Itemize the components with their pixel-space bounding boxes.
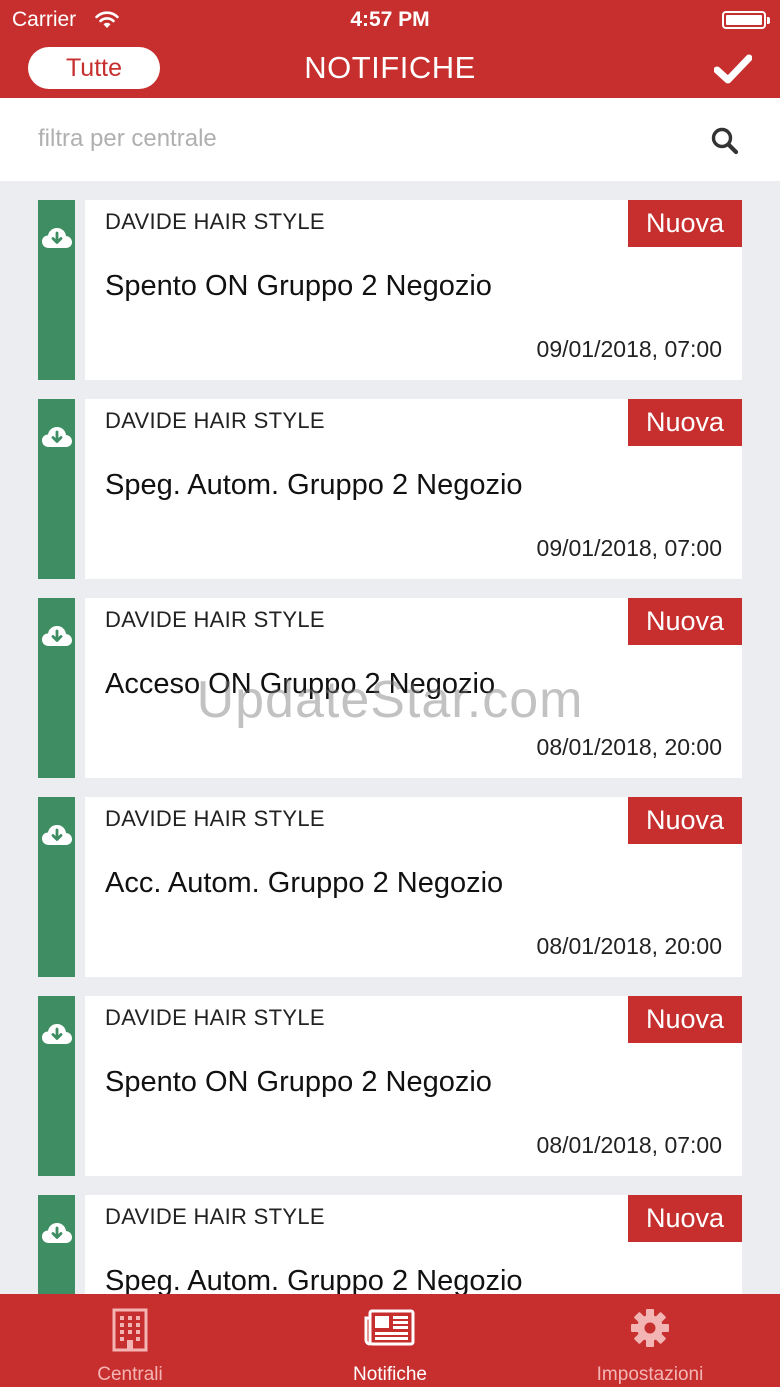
notification-body: DAVIDE HAIR STYLE Nuova Spento ON Gruppo… xyxy=(85,996,742,1176)
tab-impostazioni[interactable]: Impostazioni xyxy=(520,1294,780,1387)
search-input[interactable] xyxy=(26,116,686,162)
gear-icon xyxy=(631,1309,669,1347)
newspaper-icon xyxy=(364,1309,415,1346)
cloud-download-icon xyxy=(42,626,72,646)
notification-timestamp: 09/01/2018, 07:00 xyxy=(536,336,722,362)
cloud-download-icon xyxy=(42,1024,72,1044)
notification-timestamp: 08/01/2018, 07:00 xyxy=(536,1132,722,1158)
tab-label: Centrali xyxy=(97,1364,163,1385)
notification-card[interactable]: DAVIDE HAIR STYLE Nuova Acceso ON Gruppo… xyxy=(38,598,742,778)
notification-body: DAVIDE HAIR STYLE Nuova Acceso ON Gruppo… xyxy=(85,598,742,778)
building-icon xyxy=(112,1308,148,1352)
cloud-download-icon xyxy=(42,825,72,845)
tab-label: Notifiche xyxy=(353,1364,427,1385)
status-bar: Carrier 4:57 PM xyxy=(0,0,780,40)
notification-client: DAVIDE HAIR STYLE xyxy=(105,1204,325,1229)
tab-notifiche[interactable]: Notifiche xyxy=(260,1294,520,1387)
notification-stripe xyxy=(38,200,75,380)
notification-message: Spento ON Gruppo 2 Negozio xyxy=(105,270,492,302)
notification-message: Acc. Autom. Gruppo 2 Negozio xyxy=(105,867,504,899)
filter-all-button[interactable]: Tutte xyxy=(28,47,160,89)
notification-card[interactable]: DAVIDE HAIR STYLE Nuova Spento ON Gruppo… xyxy=(38,200,742,380)
search-icon[interactable] xyxy=(710,126,740,156)
notification-client: DAVIDE HAIR STYLE xyxy=(105,1005,325,1030)
check-icon[interactable] xyxy=(714,53,752,85)
status-badge: Nuova xyxy=(628,996,742,1043)
notification-message: Speg. Autom. Gruppo 2 Negozio xyxy=(105,469,523,501)
notification-timestamp: 09/01/2018, 07:00 xyxy=(536,535,722,561)
notification-timestamp: 08/01/2018, 20:00 xyxy=(536,933,722,959)
notification-card[interactable]: DAVIDE HAIR STYLE Nuova Speg. Autom. Gru… xyxy=(38,399,742,579)
notification-stripe xyxy=(38,797,75,977)
status-badge: Nuova xyxy=(628,598,742,645)
notification-stripe xyxy=(38,1195,75,1294)
notification-client: DAVIDE HAIR STYLE xyxy=(105,607,325,632)
status-badge: Nuova xyxy=(628,797,742,844)
notification-message: Speg. Autom. Gruppo 2 Negozio xyxy=(105,1265,523,1294)
cloud-download-icon xyxy=(42,1223,72,1243)
cloud-download-icon xyxy=(42,427,72,447)
notification-body: DAVIDE HAIR STYLE Nuova Speg. Autom. Gru… xyxy=(85,1195,742,1294)
battery-icon xyxy=(722,11,770,29)
notification-message: Acceso ON Gruppo 2 Negozio xyxy=(105,668,496,700)
status-time: 4:57 PM xyxy=(350,8,430,31)
notification-list: DAVIDE HAIR STYLE Nuova Spento ON Gruppo… xyxy=(38,200,742,1294)
notification-client: DAVIDE HAIR STYLE xyxy=(105,408,325,433)
notification-client: DAVIDE HAIR STYLE xyxy=(105,209,325,234)
search-bar xyxy=(0,98,780,181)
tab-label: Impostazioni xyxy=(596,1364,704,1385)
notification-stripe xyxy=(38,598,75,778)
status-badge: Nuova xyxy=(628,200,742,247)
notification-body: DAVIDE HAIR STYLE Nuova Acc. Autom. Grup… xyxy=(85,797,742,977)
notification-timestamp: 08/01/2018, 20:00 xyxy=(536,734,722,760)
cloud-download-icon xyxy=(42,228,72,248)
status-badge: Nuova xyxy=(628,1195,742,1242)
notification-body: DAVIDE HAIR STYLE Nuova Speg. Autom. Gru… xyxy=(85,399,742,579)
notification-body: DAVIDE HAIR STYLE Nuova Spento ON Gruppo… xyxy=(85,200,742,380)
notification-stripe xyxy=(38,996,75,1176)
navigation-bar: Carrier 4:57 PM Tutte NOTIFICHE xyxy=(0,0,780,98)
status-badge: Nuova xyxy=(628,399,742,446)
tab-bar: Centrali Notifiche Impostazioni xyxy=(0,1294,780,1387)
notification-stripe xyxy=(38,399,75,579)
notification-card[interactable]: DAVIDE HAIR STYLE Nuova Acc. Autom. Grup… xyxy=(38,797,742,977)
tab-centrali[interactable]: Centrali xyxy=(0,1294,260,1387)
notification-card[interactable]: DAVIDE HAIR STYLE Nuova Spento ON Gruppo… xyxy=(38,996,742,1176)
notification-card[interactable]: DAVIDE HAIR STYLE Nuova Speg. Autom. Gru… xyxy=(38,1195,742,1294)
notification-message: Spento ON Gruppo 2 Negozio xyxy=(105,1066,492,1098)
notification-client: DAVIDE HAIR STYLE xyxy=(105,806,325,831)
